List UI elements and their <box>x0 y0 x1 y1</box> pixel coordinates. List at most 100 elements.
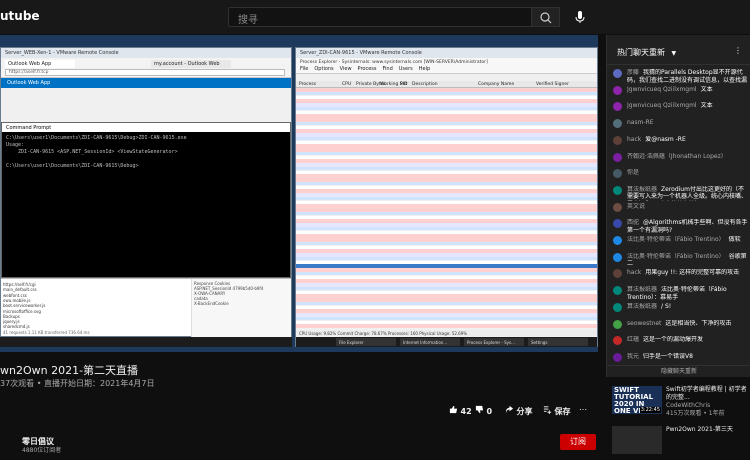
more-vert-icon[interactable]: ⋮ <box>734 46 742 55</box>
chat-author[interactable]: seowestnet <box>627 320 661 327</box>
avatar[interactable] <box>613 69 622 78</box>
avatar[interactable] <box>613 352 622 362</box>
avatar[interactable] <box>613 236 622 245</box>
vm-right-taskbar: File Explorer Internet Information... Proc… <box>296 337 597 347</box>
live-chat-panel: 热门聊天重新 ▼ ⋮ 彦藤 我猜的Parallels Desktop显不开源代码，… <box>606 35 750 377</box>
devtools-network-panel: https://self.fr/cgi main_default.css webfo… <box>1 278 291 337</box>
chat-text: / S! <box>661 302 672 310</box>
menu-item[interactable]: View <box>340 66 352 72</box>
chat-author[interactable]: 齐翰远·浩佩蕴（Jhonathan Lopez） <box>627 153 727 160</box>
menu-item[interactable]: Find <box>383 66 393 72</box>
avatar[interactable] <box>613 102 622 112</box>
top-bar: utube 搜寻 <box>0 0 750 34</box>
like-button[interactable]: 42 <box>449 405 472 416</box>
video-thumbnail[interactable]: SWIFT TUTORIAL 2020 IN ONE VIDEO 3:22:45 <box>612 386 662 414</box>
chat-author[interactable]: hack <box>627 136 641 143</box>
chat-author[interactable]: 你是 <box>627 169 639 176</box>
search-button[interactable] <box>532 7 560 27</box>
save-label: 保存 <box>554 407 571 416</box>
microphone-icon[interactable] <box>572 9 588 25</box>
taskbar-item[interactable]: Internet Information... <box>400 338 460 346</box>
chat-author[interactable]: 算法报纸器 <box>627 186 657 193</box>
avatar[interactable] <box>613 185 622 195</box>
menu-item[interactable]: Process <box>358 66 377 72</box>
chat-author[interactable]: 英文说 <box>627 203 645 210</box>
avatar[interactable] <box>613 286 622 296</box>
chat-author[interactable]: 算法报纸器 <box>627 286 657 293</box>
taskbar-item[interactable]: File Explorer <box>336 338 396 346</box>
avatar[interactable] <box>613 202 622 212</box>
address-bar[interactable]: https://aself.fr.tcp <box>5 69 285 76</box>
chat-author[interactable]: 红蕴 <box>627 336 639 343</box>
chat-text: @Algorithms机械手些啊、但没有各手第一个有漏洞吗? <box>627 219 748 234</box>
column-header[interactable]: CPU <box>342 82 351 87</box>
chat-text: 我猜的Parallels Desktop显不开源代码，我们查找二进制没有调试信息… <box>627 69 748 84</box>
command-prompt-window: Command Prompt C:\Users\user1\Documents\… <box>1 122 291 278</box>
recommended-video[interactable]: SWIFT TUTORIAL 2020 IN ONE VIDEO 3:22:45 S… <box>612 386 750 420</box>
process-table-header: Process CPU Private Bytes Working Set PID Des… <box>296 81 597 88</box>
avatar[interactable] <box>613 319 622 329</box>
vm-left-title: Server_WEB-Xen-1 - VMware Remote Console <box>1 48 291 58</box>
menu-item[interactable]: Options <box>314 66 333 72</box>
chat-text: 文本 <box>700 102 713 110</box>
chat-author[interactable]: 法比奥·特伦蒂诺（Fábio Trentino） <box>627 236 725 243</box>
taskbar-item[interactable]: Process Explorer - Sys... <box>464 338 524 346</box>
process-row[interactable] <box>296 324 597 328</box>
column-header[interactable]: Verified Signer <box>536 82 569 87</box>
chat-author[interactable]: Jgwnvicueq Qziilxmgml <box>627 102 697 109</box>
avatar[interactable] <box>613 119 622 129</box>
column-header[interactable]: PID <box>400 82 408 87</box>
avatar[interactable] <box>613 219 622 229</box>
chat-header-label: 热门聊天重新 <box>617 48 665 57</box>
avatar[interactable] <box>613 152 622 162</box>
devtools-footer: 41 requests 1.11 KB transferred 736.64 m… <box>3 330 90 335</box>
avatar[interactable] <box>613 302 622 312</box>
search-input[interactable]: 搜寻 <box>228 7 532 27</box>
avatar[interactable] <box>613 85 622 95</box>
taskbar-item[interactable]: Settings <box>528 338 588 346</box>
dislike-count: 0 <box>486 407 493 416</box>
browser-tab-owa[interactable]: Outlook Web App <box>5 60 75 68</box>
chat-text: 爱@nasm -RE <box>645 135 686 143</box>
column-header[interactable]: Description <box>412 82 438 87</box>
browser-tab-account[interactable]: my.account - Outlook Web <box>151 60 231 68</box>
like-count: 42 <box>460 407 472 416</box>
column-header[interactable]: Process <box>299 82 316 87</box>
chat-author[interactable]: 西驼 <box>627 219 639 226</box>
chat-author[interactable]: nasm-RE <box>627 119 654 126</box>
share-icon <box>505 405 514 414</box>
menu-item[interactable]: Users <box>399 66 413 72</box>
vm-window-right: Server_ZDI-CAN-9615 - VMware Remote Cons… <box>295 47 598 347</box>
avatar[interactable] <box>613 169 622 179</box>
chat-author[interactable]: Jgwnvicueq Qziilxmgml <box>627 86 697 93</box>
chat-author[interactable]: hack <box>627 269 641 276</box>
save-button[interactable]: 保存 <box>543 405 571 417</box>
header-line: X-BackEndCookie <box>194 301 229 306</box>
process-explorer-title: Process Explorer - Sysinternals: www.sys… <box>300 60 488 65</box>
hide-chat-button[interactable]: 隐藏聊天重新 <box>607 365 750 377</box>
recommended-video[interactable]: Pwn2Own 2021-第三天 <box>612 426 750 460</box>
menu-item[interactable]: File <box>300 66 308 72</box>
avatar[interactable] <box>613 135 622 145</box>
video-meta: 37次观看 • 直播开始日期：2021年4月7日 <box>0 379 155 388</box>
avatar[interactable] <box>613 252 622 262</box>
chat-author[interactable]: 算法报纸器 <box>627 303 657 310</box>
vm-left-taskbar <box>0 337 292 347</box>
column-header[interactable]: Company Name <box>478 82 514 87</box>
share-button[interactable]: 分享 <box>505 405 533 417</box>
menu-item[interactable]: Help <box>419 66 430 72</box>
chat-header[interactable]: 热门聊天重新 ▼ ⋮ <box>607 35 750 65</box>
chat-author[interactable]: 我元 <box>627 353 639 360</box>
chat-text: 文本 <box>700 85 713 93</box>
video-player[interactable]: Server_WEB-Xen-1 - VMware Remote Console… <box>0 35 598 352</box>
owa-header: Outlook Web App <box>1 78 291 88</box>
chat-author[interactable]: 彦藤 <box>627 69 639 76</box>
more-icon[interactable]: ⋯ <box>579 405 587 414</box>
avatar[interactable] <box>613 269 622 279</box>
dislike-button[interactable]: 0 <box>475 405 492 416</box>
avatar[interactable] <box>613 336 622 346</box>
search-placeholder: 搜寻 <box>238 15 258 26</box>
chat-author[interactable]: 法比奥·特伦蒂诺（Fábio Trentino） <box>627 253 725 260</box>
subscribe-button[interactable]: 订阅 <box>560 434 596 450</box>
youtube-logo[interactable]: utube <box>0 9 40 23</box>
